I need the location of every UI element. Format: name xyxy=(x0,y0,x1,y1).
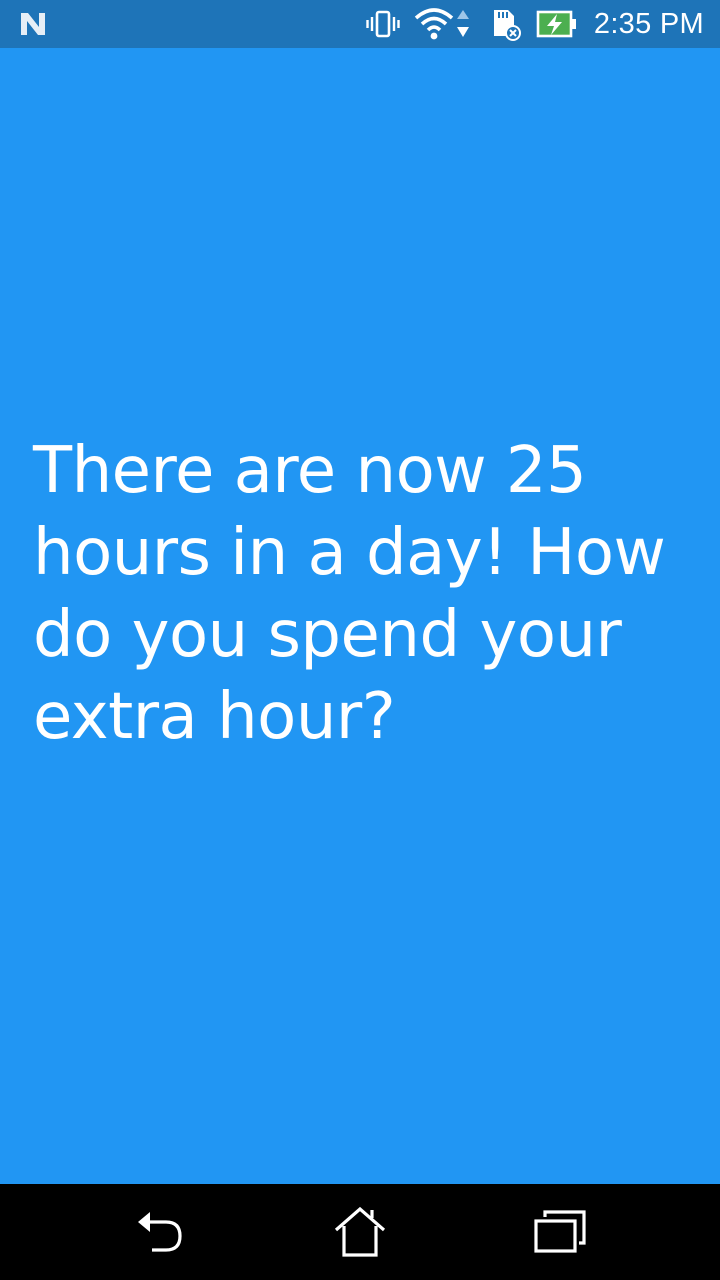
recents-button[interactable] xyxy=(530,1202,590,1262)
back-button[interactable] xyxy=(130,1202,190,1262)
question-text: There are now 25 hours in a day! How do … xyxy=(33,434,666,754)
status-bar: 2:35 PM xyxy=(0,0,720,48)
status-time: 2:35 PM xyxy=(593,7,704,40)
home-icon xyxy=(332,1206,388,1258)
back-icon xyxy=(134,1208,186,1256)
home-button[interactable] xyxy=(330,1202,390,1262)
main-content: There are now 25 hours in a day! How do … xyxy=(0,48,720,1184)
wifi-icon xyxy=(414,7,474,41)
battery-charging-icon xyxy=(536,9,578,39)
recents-icon xyxy=(533,1209,587,1255)
navigation-bar xyxy=(0,1184,720,1280)
n-notification-icon xyxy=(18,11,48,37)
sd-card-icon xyxy=(488,7,522,41)
vibrate-icon xyxy=(366,9,400,39)
